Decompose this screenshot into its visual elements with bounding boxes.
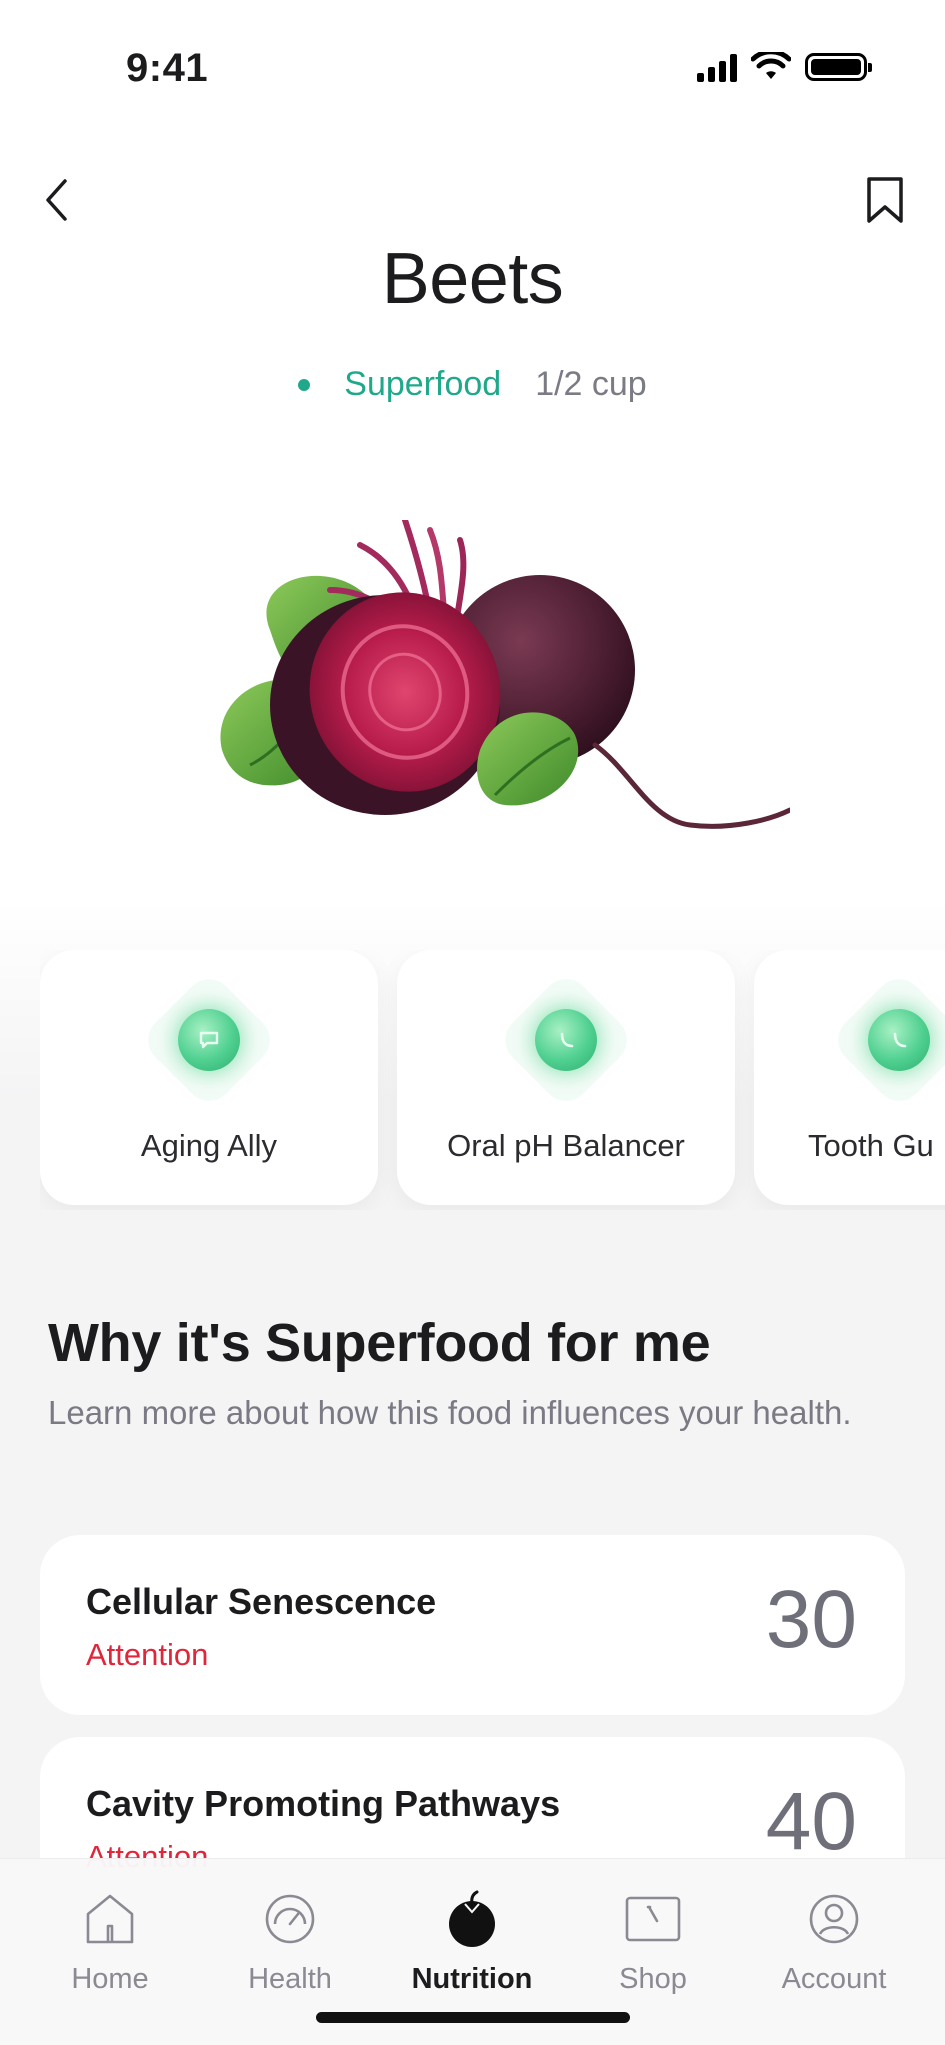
tab-label: Home [71,1963,149,1995]
benefit-card-label: Aging Ally [140,1128,278,1163]
home-icon [80,1889,140,1949]
metric-status: Attention [86,1637,209,1672]
benefit-card-oral-ph-balancer[interactable]: Oral pH Balancer [397,950,735,1205]
food-category-label: Superfood [344,365,502,403]
chevron-left-icon [46,179,67,221]
section-subtitle: Learn more about how this food influence… [48,1394,852,1431]
shop-icon [623,1889,683,1949]
account-icon [804,1889,864,1949]
benefit-card-label: Oral pH Balancer [447,1128,685,1163]
back-button[interactable] [36,174,76,226]
status-time: 9:41 [126,46,209,90]
metric-card-cellular-senescence[interactable]: Cellular Senescence Attention 30 [40,1535,905,1715]
tab-account[interactable]: Account [744,1889,924,1996]
page-title: Beets [381,239,564,319]
gauge-icon [260,1889,320,1949]
status-bar: 9:41 [0,0,945,140]
chat-bubble-icon [138,969,280,1111]
metric-name: Cellular Senescence [86,1581,437,1622]
tab-label: Nutrition [411,1963,533,1995]
benefit-cards: Aging Ally Oral pH Balancer Tooth Gu [40,950,945,1210]
status-icons [697,52,872,82]
battery-icon [805,53,872,81]
benefit-card-label: Tooth Gu [808,1128,934,1163]
tab-label: Shop [619,1963,687,1995]
leaf-icon [495,969,637,1111]
signal-icon [697,52,737,82]
status-dot-icon [298,378,311,391]
tab-label: Account [781,1963,887,1995]
tab-health[interactable]: Health [200,1889,380,1996]
section-title: Why it's Superfood for me [48,1313,711,1373]
home-indicator [316,2012,630,2023]
top-nav [0,170,945,230]
metric-name: Cavity Promoting Pathways [86,1783,561,1824]
food-category-tag: Superfood [298,365,501,404]
metric-score: 30 [765,1574,857,1665]
tab-home[interactable]: Home [20,1889,200,1996]
benefit-card-tooth-guard[interactable]: Tooth Gu [754,950,945,1205]
bookmark-icon [867,177,903,223]
tab-nutrition[interactable]: Nutrition [382,1889,562,1996]
wifi-icon [751,52,791,79]
food-tagline: Superfood 1/2 cup [0,365,945,404]
apple-icon [442,1889,502,1949]
bottom-tab-bar: Home Health Nutrition Shop Account [0,1858,945,2045]
bookmark-button[interactable] [861,174,909,226]
benefit-card-aging-ally[interactable]: Aging Ally [40,950,378,1205]
metric-score: 40 [765,1776,857,1867]
leaf-icon [828,969,945,1111]
beets-image [220,520,790,829]
tab-shop[interactable]: Shop [563,1889,743,1996]
portion-size: 1/2 cup [535,365,647,403]
tab-label: Health [248,1963,332,1995]
